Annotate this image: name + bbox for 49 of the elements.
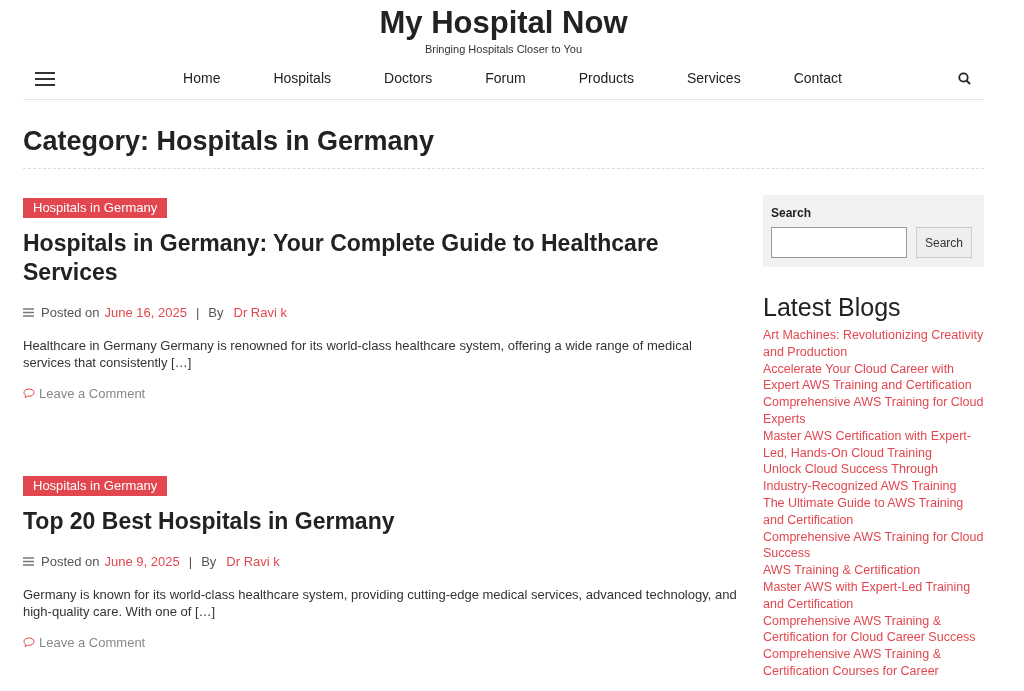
comment-link[interactable]: Leave a Comment [39, 632, 146, 652]
meta-separator: | [188, 553, 193, 571]
blog-link[interactable]: Comprehensive AWS Training for Cloud Experts [763, 394, 984, 428]
blog-link[interactable]: Accelerate Your Cloud Career with Expert AWS Training and Certification [763, 360, 984, 395]
nav-link[interactable]: Home [183, 68, 221, 89]
site-title[interactable]: My Hospital Now [379, 4, 628, 42]
by-label: By [208, 304, 224, 322]
blog-link[interactable]: Master AWS Certification with Expert-Led, Hands-On Cloud Training [763, 427, 984, 462]
nav-link[interactable]: Doctors [384, 68, 433, 89]
blog-link[interactable]: The Ultimate Guide to AWS Training and Certification [763, 494, 984, 529]
site-tagline: Bringing Hospitals Closer to You [424, 42, 583, 56]
blog-link[interactable]: Comprehensive AWS Training & Certification Courses for Career [763, 646, 984, 680]
category-tag[interactable]: Hospitals in Germany [23, 476, 168, 496]
nav-link[interactable]: Services [686, 68, 741, 89]
menu-icon[interactable] [35, 71, 55, 86]
nav-link[interactable]: Forum [485, 68, 526, 89]
posted-label: Posted on [41, 553, 100, 571]
category-tag[interactable]: Hospitals in Germany [23, 198, 168, 218]
post-date[interactable]: June 9, 2025 [104, 552, 180, 572]
by-label: By [201, 553, 217, 571]
nav-link[interactable]: Hospitals [273, 68, 332, 89]
post-date[interactable]: June 16, 2025 [104, 303, 187, 323]
post-title[interactable]: Hospitals in Germany: Your Complete Guide to Healthcare Services [23, 229, 740, 287]
nav-link[interactable]: Contact [793, 68, 842, 89]
post-title[interactable]: Top 20 Best Hospitals in Germany [23, 507, 740, 536]
list-icon [23, 557, 34, 567]
search-label: Search [771, 205, 813, 222]
blog-link[interactable]: Comprehensive AWS Training for Cloud Success [763, 528, 984, 563]
search-icon[interactable] [958, 72, 971, 85]
posted-label: Posted on [41, 304, 100, 322]
comment-icon [23, 387, 35, 399]
post-excerpt: Healthcare in Germany Germany is renowned for its world-class healthcare system, offering a wide range of medical services that consistently […] [23, 336, 693, 371]
list-icon [23, 308, 34, 318]
blog-link[interactable]: Art Machines: Revolutionizing Creativity and Production [763, 327, 984, 361]
latest-blogs-heading: Latest Blogs [763, 292, 902, 323]
nav-link[interactable]: Products [578, 68, 634, 89]
post-excerpt: Germany is known for its world-class healthcare system, providing cutting-edge medical services, advanced technology, and high-quality care. With one of […] [23, 585, 738, 620]
meta-separator: | [195, 304, 200, 322]
blog-link[interactable]: Comprehensive AWS Training & Certification for Cloud Career Success [763, 612, 984, 647]
blog-link[interactable]: Master AWS with Expert-Led Training and Certification [763, 578, 984, 613]
blog-link[interactable]: AWS Training & Certification [763, 562, 984, 579]
author-link[interactable]: Dr Ravi k [226, 552, 280, 572]
author-link[interactable]: Dr Ravi k [233, 303, 287, 323]
comment-link[interactable]: Leave a Comment [39, 383, 146, 403]
search-field[interactable] [771, 227, 907, 258]
comment-icon [23, 636, 35, 648]
page-title: Category: Hospitals in Germany [23, 124, 984, 169]
search-button[interactable]: Search [916, 227, 973, 258]
blog-link[interactable]: Unlock Cloud Success Through Industry-Recognized AWS Training [763, 461, 984, 495]
